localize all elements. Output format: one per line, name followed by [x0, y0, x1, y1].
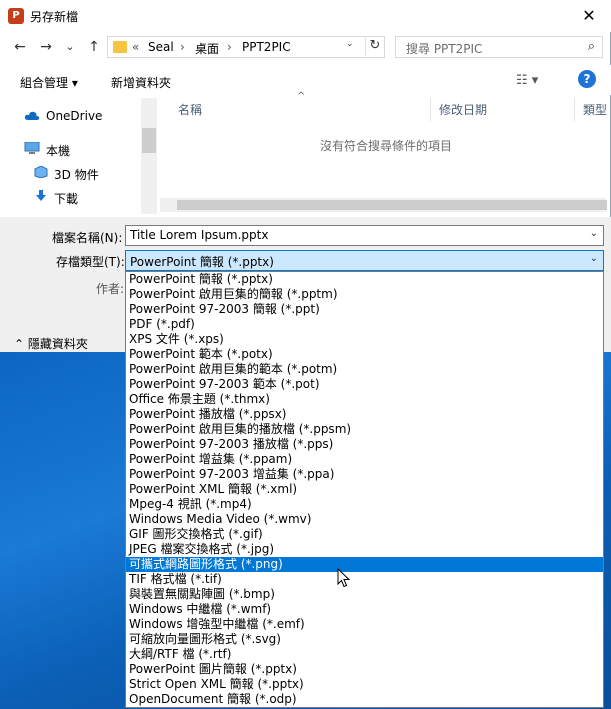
column-header-modified[interactable]: 修改日期 [439, 101, 487, 118]
filename-dropdown-icon[interactable]: ⌄ [590, 228, 598, 239]
author-label: 作者: [96, 282, 125, 296]
title-bar: P 另存新檔 ✕ [0, 0, 611, 32]
filetype-option[interactable]: PowerPoint 97-2003 播放檔 (*.pps) [126, 437, 603, 452]
filetype-selected-value: PowerPoint 簡報 (*.pptx) [130, 255, 274, 269]
filetype-option[interactable]: XPS 文件 (*.xps) [126, 332, 603, 347]
chevron-down-icon[interactable]: ⌄ [590, 253, 598, 264]
filetype-option[interactable]: PowerPoint 97-2003 增益集 (*.ppa) [126, 467, 603, 482]
sidebar-item-label: OneDrive [46, 109, 103, 123]
recent-locations-chevron-icon[interactable]: ⌄ [62, 39, 78, 55]
filetype-option[interactable]: Windows 增強型中繼檔 (*.emf) [126, 617, 603, 632]
breadcrumb-separator-icon[interactable]: › [180, 40, 185, 54]
powerpoint-app-icon: P [8, 8, 24, 24]
view-options-icon[interactable]: ☷ ▾ [516, 73, 538, 88]
sidebar-item-onedrive[interactable]: OneDrive [46, 109, 102, 123]
organize-button[interactable]: 組合管理 ▾ [20, 74, 78, 91]
breadcrumb-desktop[interactable]: 桌面 [195, 40, 219, 57]
filename-field[interactable]: Title Lorem Ipsum.pptx ⌄ [125, 225, 604, 246]
breadcrumb-ppt2pic[interactable]: PPT2PIC [242, 40, 291, 54]
mouse-cursor-icon [337, 568, 351, 588]
scrollbar-thumb[interactable] [142, 128, 156, 153]
help-icon[interactable]: ? [578, 70, 596, 88]
address-bar[interactable]: « Seal › 桌面 › PPT2PIC ⌄ ↻ [107, 36, 385, 58]
computer-icon [24, 142, 40, 154]
search-box[interactable]: 搜尋 PPT2PIC ⌕ [395, 36, 603, 58]
filetype-option[interactable]: PowerPoint 範本 (*.potx) [126, 347, 603, 362]
breadcrumb-overflow[interactable]: « [132, 40, 139, 54]
file-list: ^ 名稱 修改日期 類型 沒有符合搜尋條件的項目 [160, 91, 611, 214]
hide-folders-button[interactable]: ⌃ 隱藏資料夾 [14, 335, 88, 352]
sidebar-item-label: 下載 [54, 192, 79, 206]
sidebar-scrollbar[interactable] [141, 98, 157, 214]
cloud-icon [24, 111, 40, 120]
filetype-option[interactable]: 可縮放向量圖形格式 (*.svg) [126, 632, 603, 647]
filetype-option[interactable]: PowerPoint 增益集 (*.ppam) [126, 452, 603, 467]
filetype-option[interactable]: PowerPoint 圖片簡報 (*.pptx) [126, 662, 603, 677]
empty-message: 沒有符合搜尋條件的項目 [320, 139, 453, 153]
filetype-option[interactable]: PowerPoint 97-2003 簡報 (*.ppt) [126, 302, 603, 317]
folder-icon [113, 41, 127, 53]
navigation-pane: OneDrive 本機 3D 物件 下載 [0, 98, 157, 214]
close-button[interactable]: ✕ [567, 0, 611, 31]
filetype-option[interactable]: PowerPoint 簡報 (*.pptx) [126, 272, 603, 287]
column-header-type[interactable]: 類型 [583, 101, 607, 118]
filename-label: 檔案名稱(N): [52, 231, 123, 245]
scrollbar-thumb[interactable] [177, 200, 607, 210]
sidebar-item-downloads[interactable]: 下載 [54, 190, 78, 207]
filetype-option[interactable]: Windows Media Video (*.wmv) [126, 512, 603, 527]
filetype-option[interactable]: PowerPoint 啟用巨集的簡報 (*.pptm) [126, 287, 603, 302]
filetype-option[interactable]: JPEG 檔案交換格式 (*.jpg) [126, 542, 603, 557]
filename-input[interactable]: Title Lorem Ipsum.pptx [130, 228, 268, 242]
filetype-option[interactable]: PowerPoint 97-2003 範本 (*.pot) [126, 377, 603, 392]
filetype-option[interactable]: 與裝置無關點陣圖 (*.bmp) [126, 587, 603, 602]
filetype-label: 存檔類型(T): [56, 255, 125, 269]
column-header-name[interactable]: 名稱 [178, 101, 202, 118]
forward-arrow-icon[interactable]: → [38, 39, 54, 55]
sort-ascending-icon: ^ [297, 91, 306, 102]
filetype-option[interactable]: Mpeg-4 視訊 (*.mp4) [126, 497, 603, 512]
cube-icon [34, 166, 48, 178]
file-list-scrollbar[interactable] [160, 198, 607, 212]
breadcrumb-separator-icon[interactable]: › [227, 40, 232, 54]
hide-folders-label: 隱藏資料夾 [27, 337, 88, 351]
new-folder-button[interactable]: 新增資料夾 [111, 74, 171, 91]
filetype-option[interactable]: PDF (*.pdf) [126, 317, 603, 332]
filetype-option[interactable]: GIF 圖形交換格式 (*.gif) [126, 527, 603, 542]
filetype-select[interactable]: PowerPoint 簡報 (*.pptx) ⌄ [125, 250, 604, 271]
download-icon [36, 190, 46, 201]
filetype-option[interactable]: PowerPoint 啟用巨集的範本 (*.potm) [126, 362, 603, 377]
command-toolbar: 組合管理 ▾ 新增資料夾 ☷ ▾ ? [0, 65, 611, 95]
filetype-option[interactable]: Windows 中繼檔 (*.wmf) [126, 602, 603, 617]
up-arrow-icon[interactable]: ↑ [86, 39, 102, 55]
search-input[interactable]: 搜尋 PPT2PIC [406, 40, 482, 57]
sidebar-item-label: 3D 物件 [54, 168, 99, 182]
filetype-option[interactable]: OpenDocument 簡報 (*.odp) [126, 692, 603, 707]
filetype-option[interactable]: PowerPoint XML 簡報 (*.xml) [126, 482, 603, 497]
filetype-option[interactable]: Strict Open XML 簡報 (*.pptx) [126, 677, 603, 692]
window-title: 另存新檔 [30, 10, 79, 24]
filetype-option[interactable]: PowerPoint 播放檔 (*.ppsx) [126, 407, 603, 422]
breadcrumb-seal[interactable]: Seal [148, 40, 174, 54]
sidebar-item-label: 本機 [46, 144, 71, 158]
chevron-up-icon: ⌃ [14, 337, 28, 351]
column-divider[interactable] [574, 97, 575, 121]
sidebar-item-3d-objects[interactable]: 3D 物件 [54, 166, 99, 183]
address-dropdown-icon[interactable]: ⌄ [346, 39, 354, 49]
refresh-icon[interactable]: ↻ [365, 38, 384, 56]
search-icon: ⌕ [587, 39, 595, 54]
filetype-option[interactable]: PowerPoint 啟用巨集的播放檔 (*.ppsm) [126, 422, 603, 437]
back-arrow-icon[interactable]: ← [12, 39, 28, 55]
filetype-dropdown-list[interactable]: PowerPoint 簡報 (*.pptx) PowerPoint 啟用巨集的簡報… [125, 271, 604, 708]
filetype-option[interactable]: Office 佈景主題 (*.thmx) [126, 392, 603, 407]
filetype-option[interactable]: TIF 格式檔 (*.tif) [126, 572, 603, 587]
filetype-option[interactable]: 可攜式網路圖形格式 (*.png) [126, 557, 603, 572]
filetype-option[interactable]: 大綱/RTF 檔 (*.rtf) [126, 647, 603, 662]
column-divider[interactable] [430, 97, 431, 121]
sidebar-item-this-pc[interactable]: 本機 [46, 142, 70, 159]
